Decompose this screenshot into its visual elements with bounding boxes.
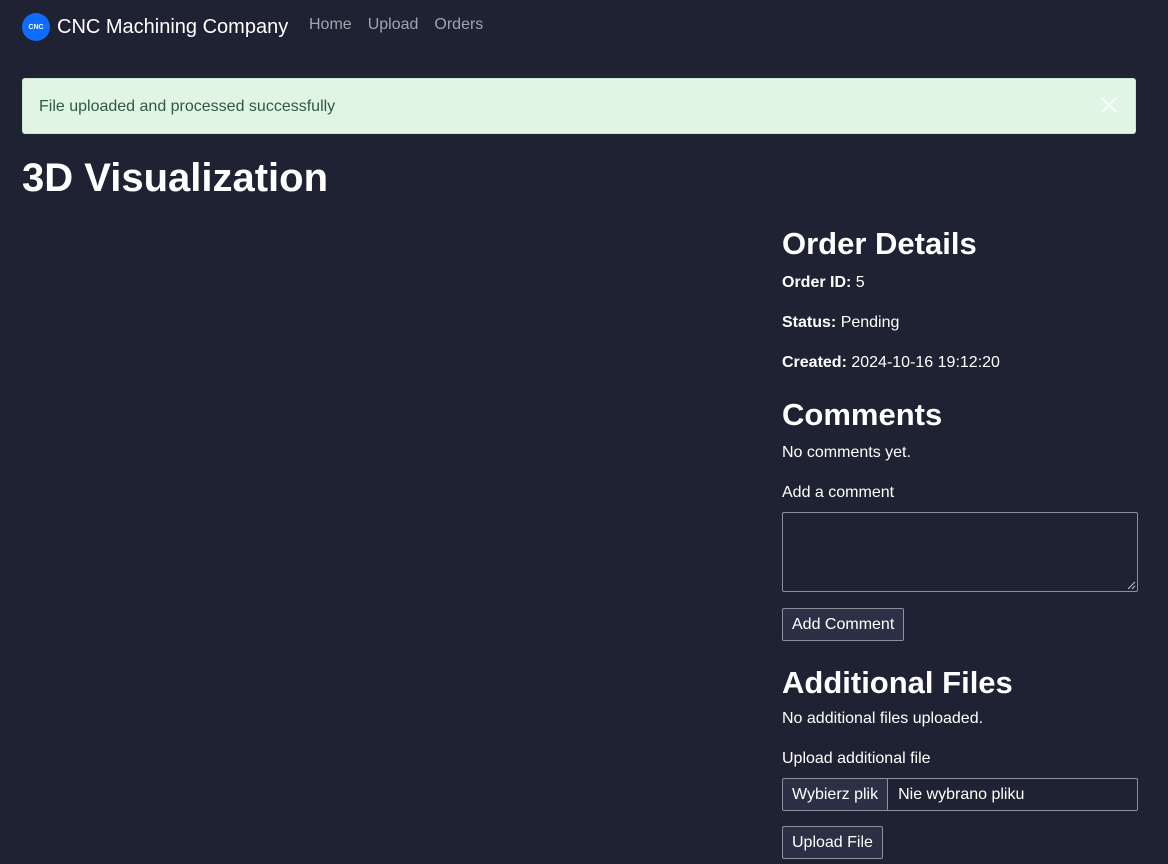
- order-id-row: Order ID: 5: [782, 273, 865, 293]
- brand-name: CNC Machining Company: [57, 15, 289, 38]
- company-logo: CNC: [22, 13, 50, 41]
- order-details-heading: Order Details: [782, 226, 977, 261]
- navbar: CNC CNC Machining Company Home Upload Or…: [0, 0, 1168, 54]
- file-input[interactable]: Wybierz plik Nie wybrano pliku: [782, 778, 1138, 811]
- page-title: 3D Visualization: [22, 156, 329, 200]
- selected-file-name: Nie wybrano pliku: [898, 785, 1025, 803]
- order-id-value: 5: [855, 274, 865, 291]
- brand-link[interactable]: CNC CNC Machining Company: [22, 12, 288, 42]
- resize-grip-icon[interactable]: [1127, 581, 1136, 590]
- comment-field-label: Add a comment: [782, 484, 895, 501]
- order-created-row: Created: 2024-10-16 19:12:20: [782, 353, 1000, 373]
- comments-empty-text: No comments yet.: [782, 444, 911, 461]
- comments-heading: Comments: [782, 397, 943, 432]
- nav-link-home[interactable]: Home: [309, 16, 352, 34]
- nav-links: Home Upload Orders: [309, 16, 483, 34]
- order-status-label: Status:: [782, 314, 837, 331]
- comment-textarea[interactable]: [782, 512, 1138, 592]
- order-status-row: Status: Pending: [782, 313, 899, 333]
- upload-file-button[interactable]: Upload File: [782, 826, 883, 859]
- order-id-label: Order ID:: [782, 274, 852, 291]
- additional-files-heading: Additional Files: [782, 665, 1013, 700]
- alert-message: File uploaded and processed successfully: [39, 98, 336, 115]
- add-comment-button[interactable]: Add Comment: [782, 608, 905, 641]
- nav-link-orders[interactable]: Orders: [434, 16, 483, 34]
- choose-file-button[interactable]: Wybierz plik: [783, 779, 889, 810]
- order-created-label: Created:: [782, 354, 847, 371]
- order-created-value: 2024-10-16 19:12:20: [851, 354, 1000, 371]
- order-status-value: Pending: [840, 314, 900, 331]
- files-empty-text: No additional files uploaded.: [782, 710, 984, 727]
- close-icon[interactable]: [1097, 93, 1121, 117]
- nav-link-upload[interactable]: Upload: [368, 16, 419, 34]
- file-field-label: Upload additional file: [782, 750, 931, 767]
- 3d-visualization-canvas[interactable]: [22, 222, 752, 852]
- success-alert: File uploaded and processed successfully: [22, 78, 1136, 134]
